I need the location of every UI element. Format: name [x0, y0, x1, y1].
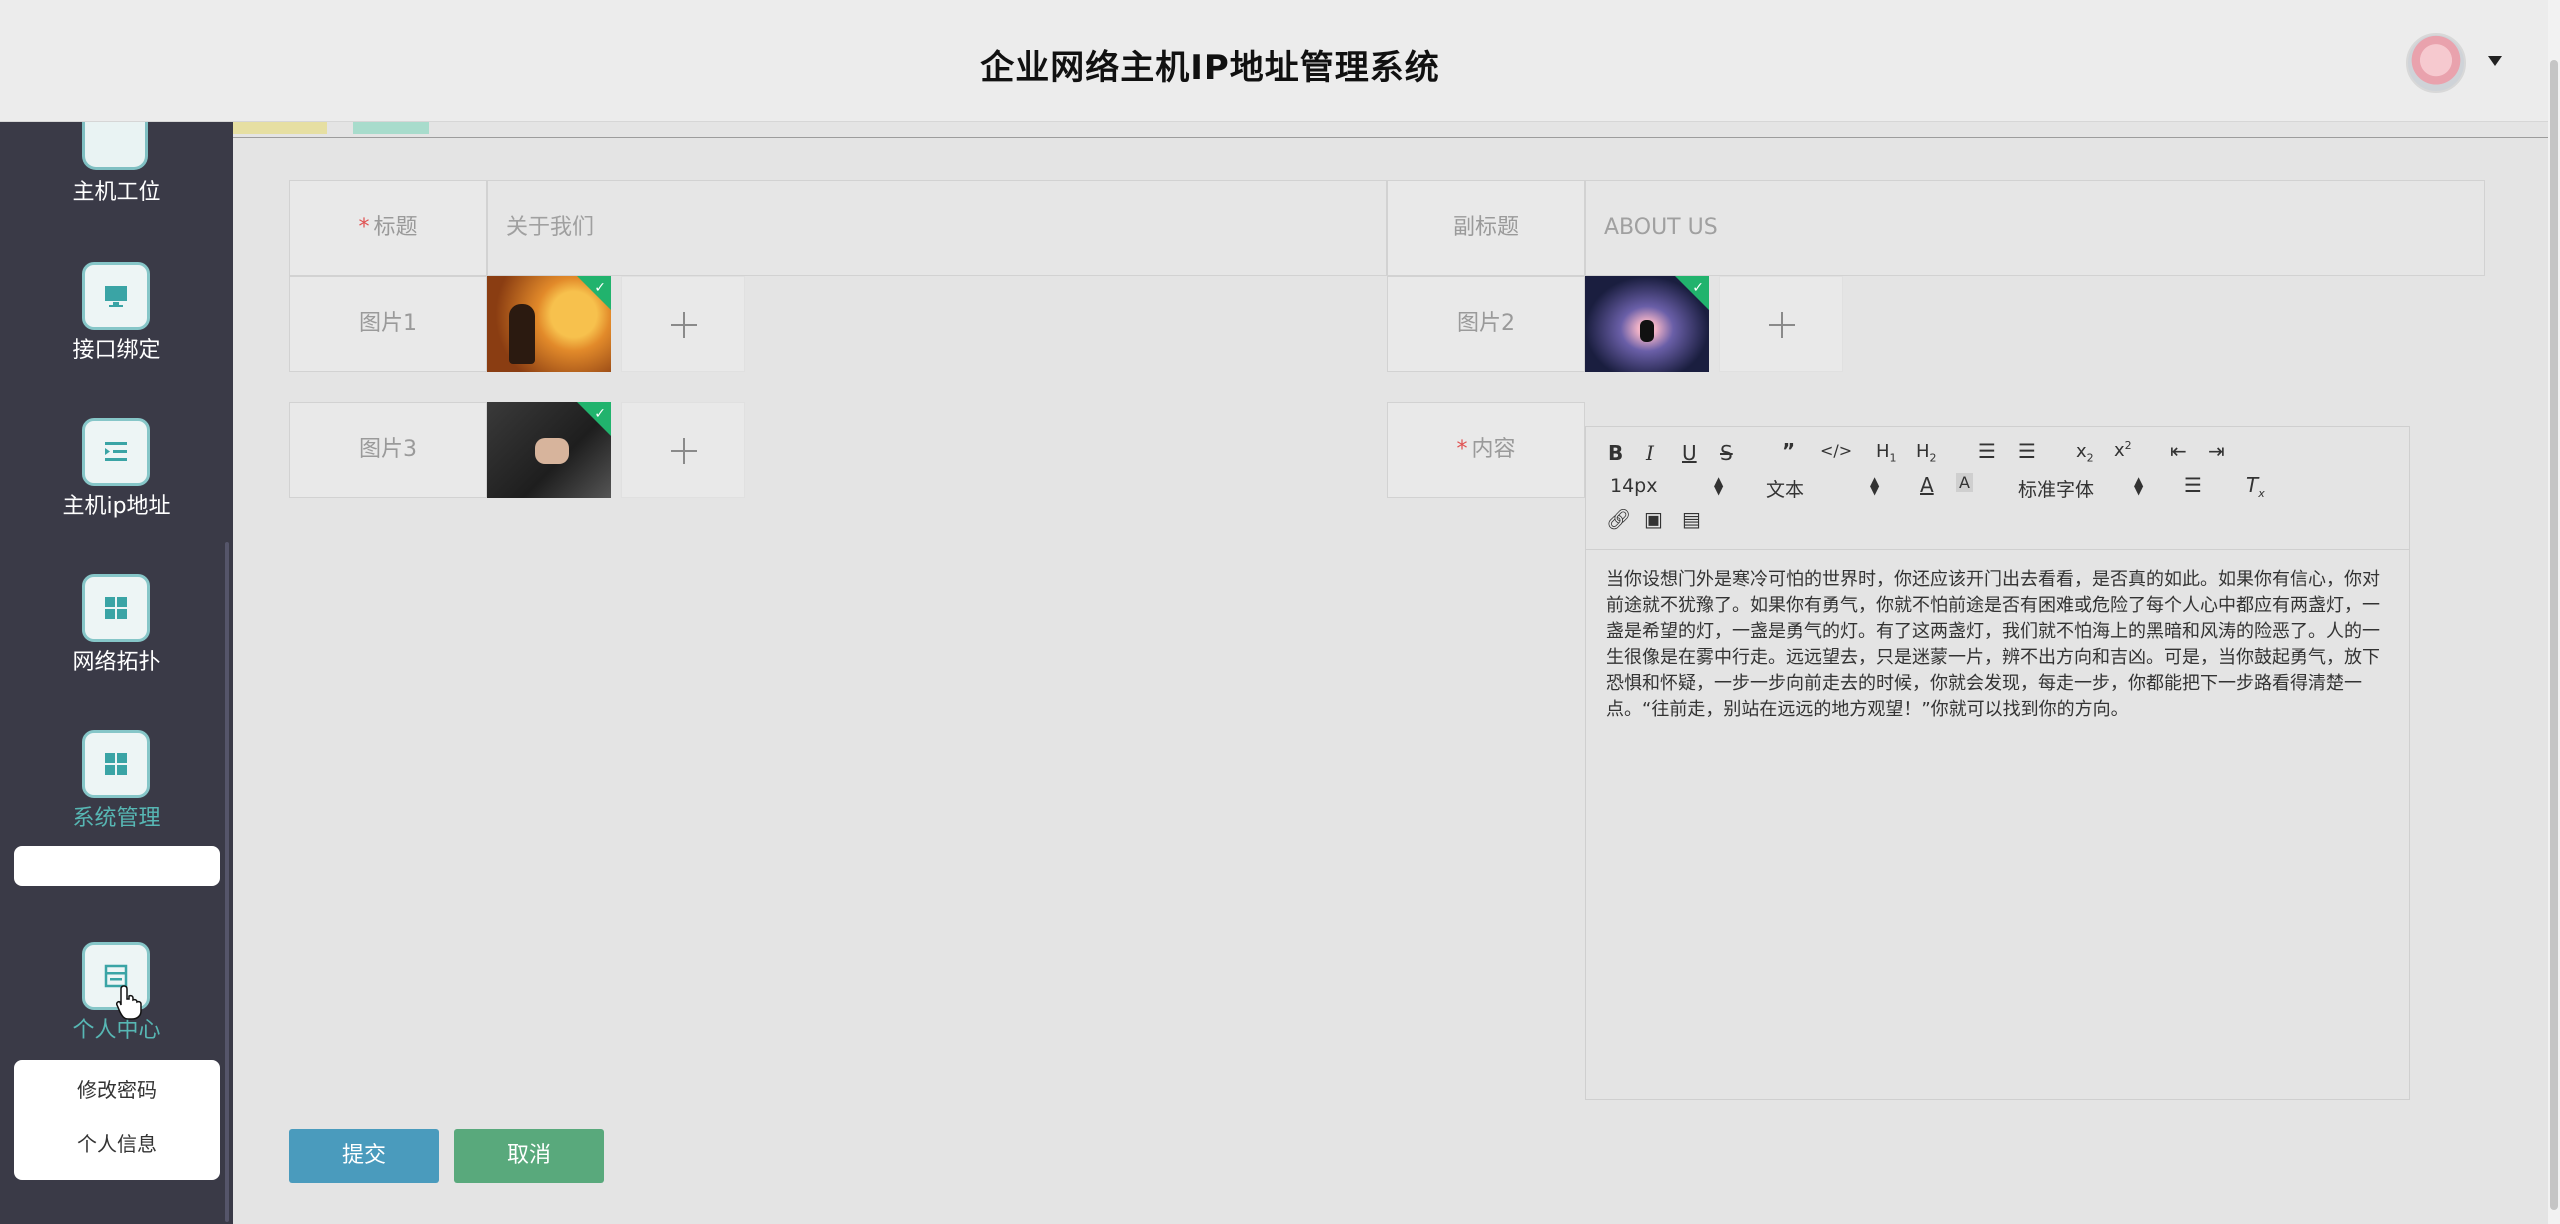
submenu-item-personal-info[interactable]: 个人信息 — [14, 1128, 220, 1157]
check-icon: ✓ — [594, 280, 606, 296]
font-color-icon[interactable]: A — [1920, 473, 1934, 497]
select-arrows-icon: ▲ ▼ — [1870, 474, 1880, 497]
select-arrows-icon: ▲ ▼ — [2134, 474, 2144, 497]
subscript-icon[interactable]: x2 — [2076, 441, 2094, 465]
image2-label: 图片2 — [1387, 276, 1585, 372]
sidebar: 主机工位 接口绑定 主机ip地址 网络拓扑 系统管理 个人中心 修改密码 个人信… — [0, 122, 233, 1224]
check-icon: ✓ — [594, 406, 606, 422]
image3-label: 图片3 — [289, 402, 487, 498]
strikethrough-icon[interactable]: S — [1720, 441, 1733, 465]
align-icon[interactable]: ☰ — [2184, 473, 2202, 497]
personal-center-submenu: 修改密码 个人信息 — [14, 1060, 220, 1180]
app-title: 企业网络主机IP地址管理系统 — [980, 48, 1440, 88]
indent-icon[interactable]: ⇥ — [2208, 439, 2225, 463]
page-scrollbar[interactable] — [2548, 0, 2560, 1224]
sidebar-item-label[interactable]: 接口绑定 — [0, 332, 233, 364]
outdent-icon[interactable]: ⇤ — [2170, 439, 2187, 463]
add-image-2-button[interactable] — [1719, 276, 1843, 372]
content-label: * 内容 — [1387, 402, 1585, 498]
desk-icon[interactable] — [82, 122, 148, 170]
chevron-down-icon[interactable] — [2488, 56, 2502, 66]
title-label: * 标题 — [289, 180, 487, 276]
top-header: 企业网络主机IP地址管理系统 — [0, 0, 2548, 122]
grid-icon[interactable] — [82, 730, 150, 798]
monitor-icon[interactable] — [82, 262, 150, 330]
heading2-icon[interactable]: H2 — [1916, 441, 1937, 465]
scrollbar-thumb[interactable] — [2550, 60, 2558, 1210]
sidebar-item-label[interactable]: 主机ip地址 — [0, 488, 233, 520]
subtitle-label: 副标题 — [1387, 180, 1585, 276]
uploaded-image-1[interactable]: ✓ — [487, 276, 611, 372]
title-input[interactable]: 关于我们 — [487, 180, 1387, 276]
tab-indicator[interactable] — [353, 122, 429, 134]
tab-indicator[interactable] — [233, 122, 327, 134]
superscript-icon[interactable]: x2 — [2114, 439, 2132, 461]
bullet-list-icon[interactable]: ☰ — [2018, 439, 2036, 463]
uploaded-image-2[interactable]: ✓ — [1585, 276, 1709, 372]
italic-icon[interactable]: I — [1646, 441, 1654, 465]
sidebar-item-label[interactable]: 系统管理 — [0, 800, 233, 832]
cancel-button[interactable]: 取消 — [454, 1129, 604, 1183]
rich-text-editor: B I U S ” </> H1 H2 ☰ ☰ x2 x2 ⇤ ⇥ 14px ▲… — [1585, 426, 2410, 1100]
subtitle-input[interactable]: ABOUT US — [1585, 180, 2485, 276]
collapsed-submenu — [14, 846, 220, 886]
user-avatar[interactable] — [2406, 33, 2466, 93]
image-icon[interactable]: ▣ — [1644, 507, 1663, 531]
list-indent-icon[interactable] — [82, 418, 150, 486]
text-type-select[interactable]: 文本 — [1766, 475, 1804, 502]
submit-button[interactable]: 提交 — [289, 1129, 439, 1183]
grid-icon[interactable] — [82, 574, 150, 642]
tabs-strip — [233, 122, 2548, 138]
bold-icon[interactable]: B — [1608, 441, 1623, 465]
font-family-select[interactable]: 标准字体 — [2018, 475, 2094, 502]
uploaded-image-3[interactable]: ✓ — [487, 402, 611, 498]
video-icon[interactable]: ▤ — [1682, 507, 1701, 531]
editor-content[interactable]: 当你设想门外是寒冷可怕的世界时，你还应该开门出去看看，是否真的如此。如果你有信心… — [1606, 567, 2396, 723]
blockquote-icon[interactable]: ” — [1782, 439, 1795, 463]
code-block-icon[interactable]: </> — [1820, 441, 1852, 460]
select-arrows-icon: ▲ ▼ — [1714, 474, 1724, 497]
submenu-item-change-password[interactable]: 修改密码 — [14, 1074, 220, 1103]
background-color-icon[interactable]: A — [1956, 473, 1973, 492]
image1-label: 图片1 — [289, 276, 487, 372]
sidebar-item-label[interactable]: 网络拓扑 — [0, 644, 233, 676]
editor-toolbar: B I U S ” </> H1 H2 ☰ ☰ x2 x2 ⇤ ⇥ 14px ▲… — [1586, 427, 2409, 550]
clear-format-icon[interactable]: Tx — [2246, 473, 2265, 500]
link-icon[interactable]: 🔗︎ — [1606, 507, 1631, 531]
check-icon: ✓ — [1692, 280, 1704, 296]
add-image-1-button[interactable] — [621, 276, 745, 372]
sidebar-item-label[interactable]: 主机工位 — [0, 174, 233, 206]
ordered-list-icon[interactable]: ☰ — [1978, 439, 1996, 463]
hand-cursor-icon — [116, 985, 142, 1020]
add-image-3-button[interactable] — [621, 402, 745, 498]
underline-icon[interactable]: U — [1682, 441, 1697, 465]
font-size-select[interactable]: 14px — [1610, 475, 1657, 497]
heading1-icon[interactable]: H1 — [1876, 441, 1897, 465]
